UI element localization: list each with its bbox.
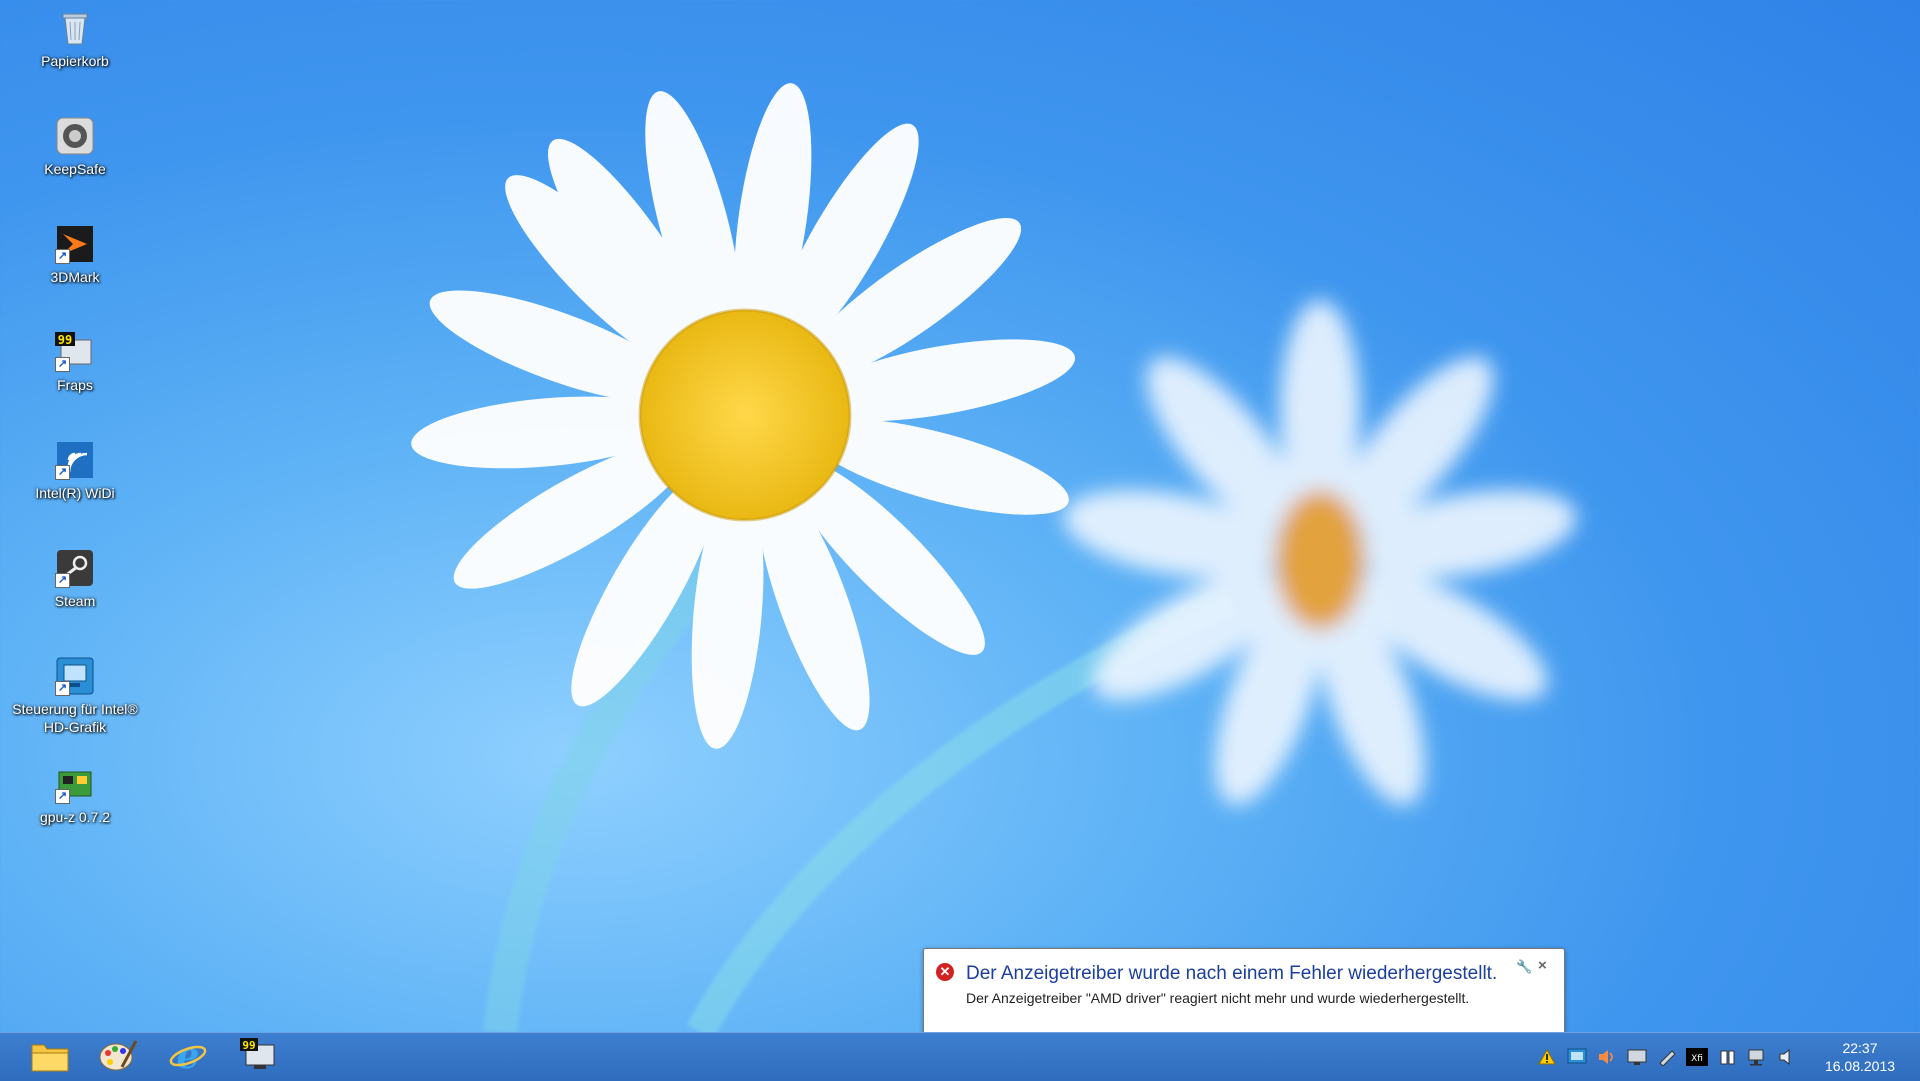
shortcut-arrow-icon: ↗ — [55, 573, 70, 588]
fraps-badge: 99 — [242, 1039, 255, 1052]
monitor-icon[interactable] — [1626, 1046, 1648, 1068]
notification-balloon[interactable]: ✕ Der Anzeigetreiber wurde nach einem Fe… — [923, 948, 1565, 1036]
steam-icon: ↗ — [55, 548, 95, 588]
close-notification-button[interactable]: × — [1538, 957, 1547, 974]
display-settings-icon[interactable] — [1566, 1046, 1588, 1068]
shortcut-arrow-icon: ↗ — [55, 465, 70, 480]
volume-icon[interactable] — [1596, 1046, 1618, 1068]
clock-time: 22:37 — [1842, 1040, 1878, 1056]
fraps-badge: 99 — [58, 333, 72, 347]
desktop-icon-label: gpu-z 0.7.2 — [39, 809, 111, 825]
gpu-z-icon: ↗ — [55, 764, 95, 804]
keepsafe-icon — [55, 116, 95, 156]
recycle-bin-icon — [55, 8, 95, 48]
shortcut-arrow-icon: ↗ — [55, 681, 70, 696]
desktop-icon-fraps[interactable]: 99 ↗ Fraps — [0, 324, 150, 394]
desktop-icon-intel-graphics[interactable]: ↗ Steuerung für Intel® HD-Grafik — [0, 648, 150, 736]
intel-graphics-control-icon: ↗ — [55, 656, 95, 696]
desktop-icon-label: Steam — [54, 593, 96, 609]
wrench-icon[interactable]: 🔧 — [1516, 959, 1532, 975]
shortcut-arrow-icon: ↗ — [55, 789, 70, 804]
paint-icon — [98, 1037, 138, 1078]
desktop-icon-label: KeepSafe — [44, 161, 106, 177]
desktop-icon-gpu-z[interactable]: ↗ gpu-z 0.7.2 — [0, 756, 150, 826]
desktop-icon-label: Steuerung für Intel® HD-Grafik — [12, 701, 138, 735]
notification-message: Der Anzeigetreiber "AMD driver" reagiert… — [966, 990, 1470, 1006]
warning-icon[interactable] — [1536, 1046, 1558, 1068]
internet-explorer-icon: e — [168, 1035, 208, 1078]
desktop-icon-recycle-bin[interactable]: Papierkorb — [0, 0, 150, 70]
shortcut-arrow-icon: ↗ — [55, 357, 70, 372]
speaker-icon[interactable] — [1776, 1046, 1798, 1068]
desktop-icon-steam[interactable]: ↗ Steam — [0, 540, 150, 610]
desktop-icon-label: Fraps — [57, 377, 93, 393]
system-tray: Xfi — [1536, 1033, 1798, 1081]
taskbar-fraps[interactable]: 99 — [226, 1033, 290, 1081]
taskbar-file-explorer[interactable] — [18, 1033, 82, 1081]
xfi-icon[interactable]: Xfi — [1686, 1046, 1708, 1068]
notification-title: Der Anzeigetreiber wurde nach einem Fehl… — [966, 963, 1498, 984]
fraps-icon: 99 ↗ — [55, 332, 95, 372]
intel-widi-icon: ↗ — [55, 440, 95, 480]
taskbar-internet-explorer[interactable]: e — [156, 1033, 220, 1081]
taskbar-clock[interactable]: 22:37 16.08.2013 — [1810, 1039, 1910, 1075]
desktop-icon-label: 3DMark — [50, 269, 100, 285]
svg-text:Xfi: Xfi — [1691, 1054, 1703, 1064]
desktop-icon-label: Papierkorb — [41, 53, 109, 69]
clock-date: 16.08.2013 — [1824, 1058, 1896, 1074]
taskbar-paint[interactable] — [86, 1033, 150, 1081]
desktop-icon-intel-widi[interactable]: ↗ Intel(R) WiDi — [0, 432, 150, 502]
3dmark-icon: ↗ — [55, 224, 95, 264]
svg-text:e: e — [177, 1037, 200, 1073]
desktop-icon-3dmark[interactable]: ↗ 3DMark — [0, 216, 150, 286]
shortcut-arrow-icon: ↗ — [55, 249, 70, 264]
error-icon: ✕ — [936, 963, 954, 981]
desktop-icon-keepsafe[interactable]: KeepSafe — [0, 108, 150, 178]
battery-icon[interactable] — [1716, 1046, 1738, 1068]
fraps-monitor-icon: 99 — [238, 1037, 278, 1078]
desktop-icon-label: Intel(R) WiDi — [35, 485, 115, 501]
taskbar: e 99 Xfi 22:37 16.08.2013 — [0, 1032, 1920, 1081]
file-explorer-icon — [30, 1037, 70, 1078]
desktop-wallpaper — [411, 83, 1577, 1032]
pen-icon[interactable] — [1656, 1046, 1678, 1068]
network-icon[interactable] — [1746, 1046, 1768, 1068]
